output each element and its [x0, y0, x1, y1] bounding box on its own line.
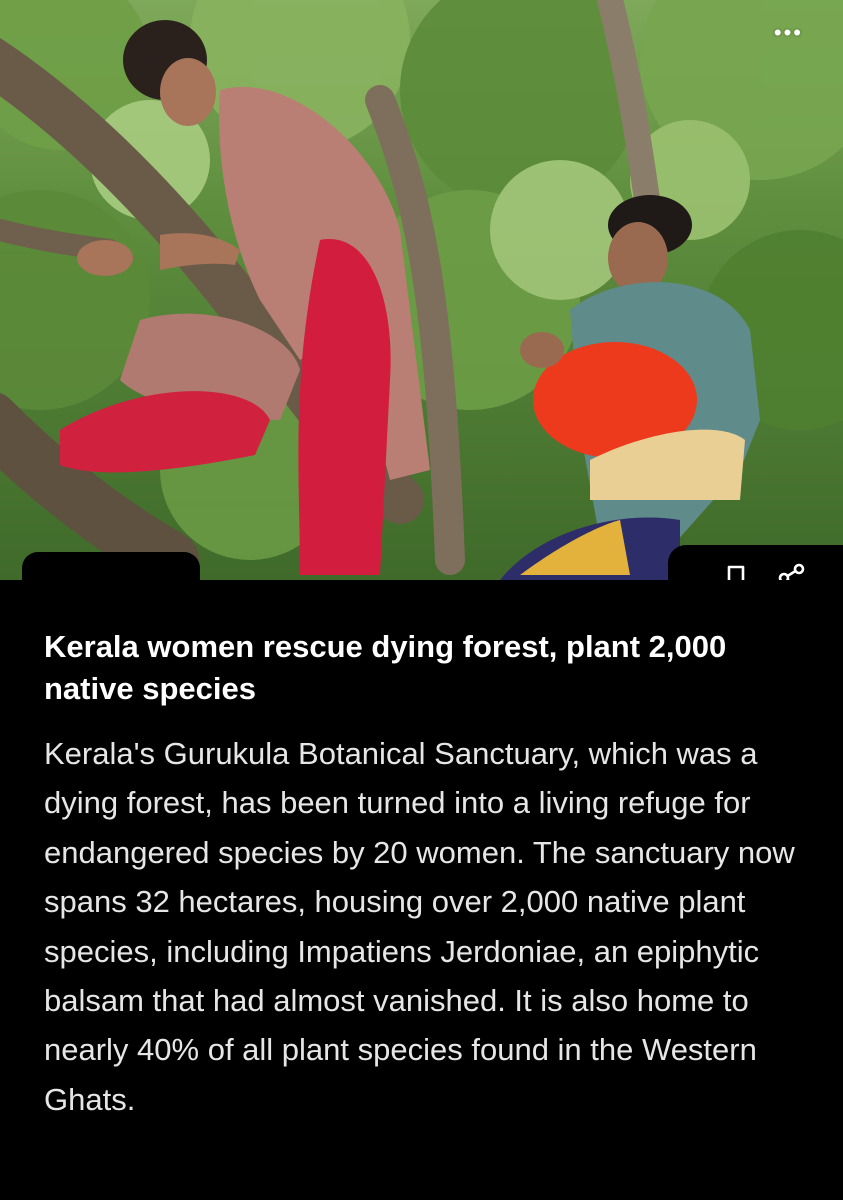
article-headline[interactable]: Kerala women rescue dying forest, plant …	[44, 626, 804, 710]
article-summary: Kerala's Gurukula Botanical Sanctuary, w…	[44, 736, 795, 1117]
hero-photo: •••	[0, 0, 843, 580]
photo-illustration	[0, 0, 843, 580]
more-options-button[interactable]: •••	[774, 22, 803, 44]
